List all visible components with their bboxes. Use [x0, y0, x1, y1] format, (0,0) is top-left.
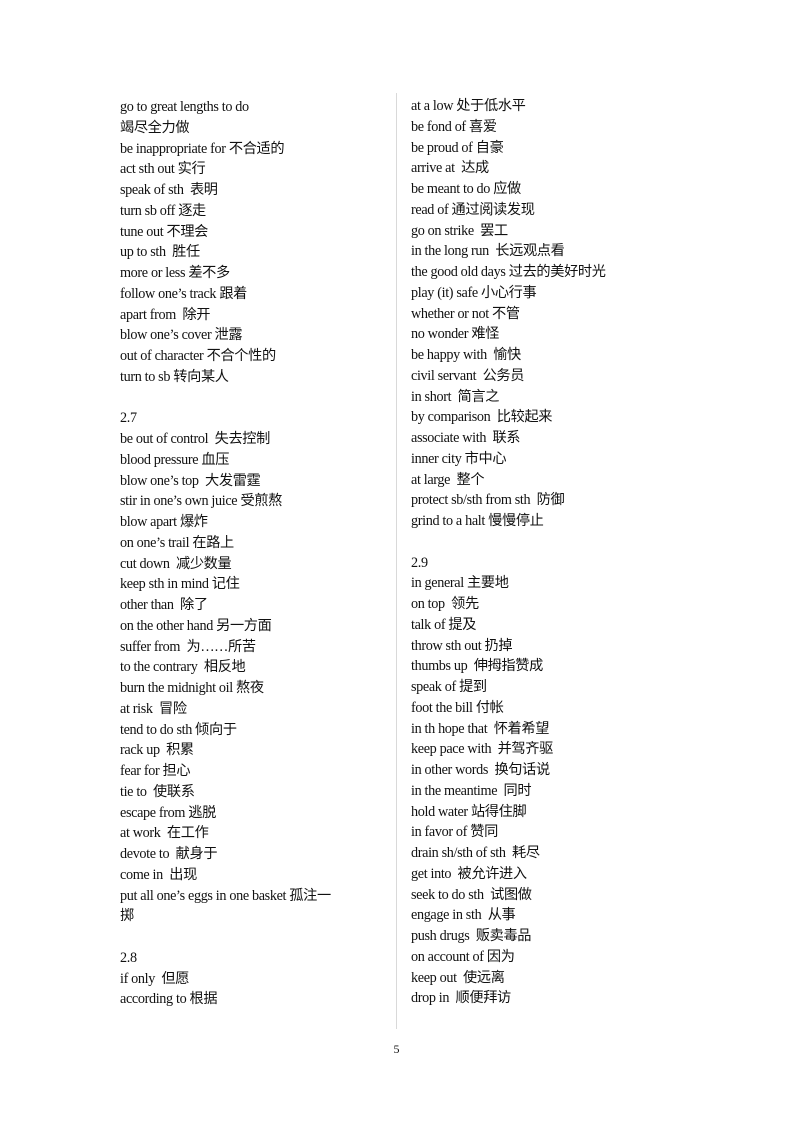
vocab-entry: act sth out 实行 — [120, 161, 206, 178]
vocab-entry: out of character 不合个性的 — [120, 348, 276, 364]
vocab-entry: thumbs up 伸拇指赞成 — [411, 658, 543, 675]
vocab-entry: burn the midnight oil 熬夜 — [120, 680, 264, 696]
vocab-entry: be fond of 喜爱 — [411, 118, 497, 135]
section-heading: 2.9 — [411, 554, 428, 571]
section-heading: 2.7 — [120, 410, 137, 427]
vocab-entry: speak of 提到 — [411, 679, 487, 695]
vocab-entry: blow one’s top 大发雷霆 — [120, 472, 261, 489]
vocab-entry: protect sb/sth from sth 防御 — [411, 492, 565, 509]
page-number: 5 — [393, 1042, 400, 1056]
vocab-entry: in the long run 长远观点看 — [411, 243, 565, 260]
vocab-entry: associate with 联系 — [411, 430, 521, 446]
vocab-entry: blow one’s cover 泄露 — [120, 327, 243, 344]
vocab-entry: according to 根据 — [120, 991, 218, 1008]
vocab-entry: whether or not 不管 — [411, 305, 520, 322]
vocab-entry: tend to do sth 倾向于 — [120, 721, 237, 738]
vocab-entry: to the contrary 相反地 — [120, 659, 246, 676]
vocab-entry: be meant to do 应做 — [411, 181, 521, 197]
vocab-entry: talk of 提及 — [411, 616, 477, 633]
vocab-entry: up to sth 胜任 — [120, 244, 200, 261]
vocab-entry: follow one’s track 跟着 — [120, 285, 248, 302]
vocab-entry: blood pressure 血压 — [120, 451, 230, 468]
vocab-entry: read of 通过阅读发现 — [411, 201, 535, 218]
vocab-entry: speak of sth 表明 — [120, 182, 218, 198]
vocab-entry: civil servant 公务员 — [411, 367, 525, 384]
vocab-entry: more or less 差不多 — [120, 265, 230, 281]
vocab-entry: in general 主要地 — [411, 575, 509, 592]
vocab-entry: on one’s trail 在路上 — [120, 534, 234, 551]
vocab-entry: fear for 担心 — [120, 763, 191, 779]
vocab-entry: at a low 处于低水平 — [411, 98, 526, 114]
vocab-entry: rack up 积累 — [120, 742, 194, 759]
vocab-entry: be proud of 自豪 — [411, 139, 504, 156]
vocab-entry: suffer from 为……所苦 — [120, 638, 256, 655]
column-divider — [396, 93, 397, 1029]
vocab-entry: tune out 不理会 — [120, 223, 209, 240]
vocab-entry: on the other hand 另一方面 — [120, 617, 272, 634]
vocab-entry: apart from 除开 — [120, 306, 211, 323]
vocab-entry: stir in one’s own juice 受煎熬 — [120, 493, 282, 510]
vocab-entry: in other words 换句话说 — [411, 762, 550, 778]
vocab-entry: on top 领先 — [411, 596, 479, 612]
vocab-entry: no wonder 难怪 — [411, 326, 500, 343]
vocab-entry: be inappropriate for 不合适的 — [120, 140, 285, 157]
vocab-entry: in the meantime 同时 — [411, 782, 532, 799]
vocab-entry: seek to do sth 试图做 — [411, 886, 532, 903]
vocab-entry: at large 整个 — [411, 471, 485, 488]
vocab-entry: foot the bill 付帐 — [411, 699, 504, 716]
vocab-entry: keep sth in mind 记住 — [120, 576, 240, 593]
vocab-entry: push drugs 贩卖毒品 — [411, 928, 532, 944]
vocab-entry: be happy with 愉快 — [411, 347, 521, 363]
vocab-entry: on account of 因为 — [411, 948, 515, 965]
vocab-entry: keep pace with 并驾齐驱 — [411, 741, 553, 758]
vocab-entry: turn sb off 逐走 — [120, 202, 206, 219]
vocab-entry: the good old days 过去的美好时光 — [411, 264, 606, 280]
vocab-entry: turn to sb 转向某人 — [120, 368, 229, 385]
vocab-entry: other than 除了 — [120, 597, 208, 613]
vocab-entry: go on strike 罢工 — [411, 222, 508, 239]
vocab-entry: come in 出现 — [120, 866, 197, 883]
vocab-entry: tie to 使联系 — [120, 783, 195, 800]
vocab-entry: devote to 献身于 — [120, 846, 218, 862]
vocab-entry: by comparison 比较起来 — [411, 409, 553, 426]
vocab-entry: at risk 冒险 — [120, 700, 187, 717]
vocab-entry: keep out 使远离 — [411, 969, 505, 986]
vocab-entry: drain sh/sth of sth 耗尽 — [411, 845, 540, 861]
vocab-entry: 掷 — [120, 908, 134, 925]
vocab-entry: put all one’s eggs in one basket 孤注一 — [120, 887, 331, 904]
vocab-entry: in short 简言之 — [411, 388, 500, 405]
vocab-entry: at work 在工作 — [120, 825, 209, 842]
vocab-entry: play (it) safe 小心行事 — [411, 284, 537, 301]
vocab-entry: escape from 逃脱 — [120, 804, 216, 821]
vocab-entry: in th hope that 怀着希望 — [411, 720, 550, 737]
vocab-entry: get into 被允许进入 — [411, 865, 527, 882]
vocab-entry: hold water 站得住脚 — [411, 803, 527, 820]
vocab-entry: be out of control 失去控制 — [120, 431, 270, 447]
vocab-entry: engage in sth 从事 — [411, 907, 516, 924]
vocab-entry: arrive at 达成 — [411, 160, 489, 177]
section-heading: 2.8 — [120, 949, 137, 966]
vocab-entry: throw sth out 扔掉 — [411, 637, 513, 654]
vocab-entry: 竭尽全力做 — [120, 119, 190, 136]
vocab-entry: cut down 减少数量 — [120, 555, 232, 572]
right-column: at a low 处于低水平 be fond of 喜爱 be proud of 自… — [411, 96, 681, 1009]
vocab-entry: grind to a halt 慢慢停止 — [411, 513, 544, 529]
vocab-entry: in favor of 赞同 — [411, 824, 498, 841]
left-column: go to great lengths to do 竭尽全力做 be inappro… — [120, 97, 390, 1010]
vocab-entry: drop in 顺便拜访 — [411, 990, 511, 1007]
vocab-entry: inner city 市中心 — [411, 450, 507, 467]
vocab-entry: go to great lengths to do — [120, 99, 249, 115]
vocab-entry: blow apart 爆炸 — [120, 514, 208, 530]
vocab-entry: if only 但愿 — [120, 970, 190, 987]
